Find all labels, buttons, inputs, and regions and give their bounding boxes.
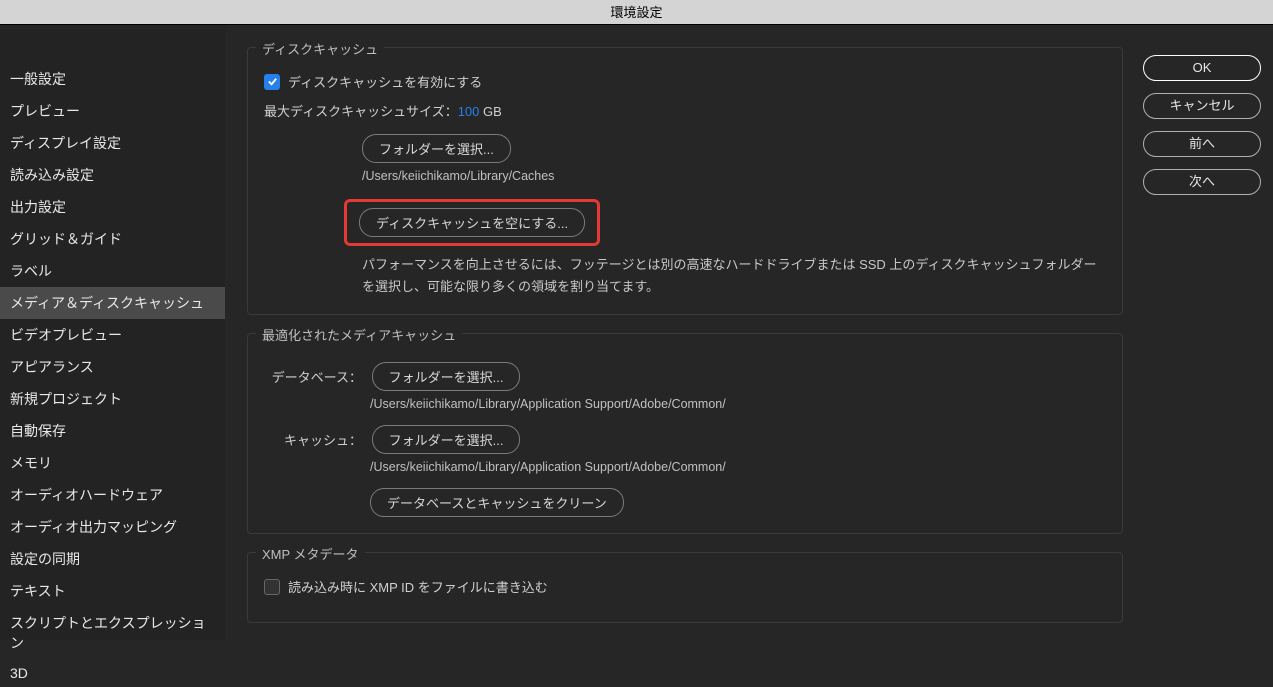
empty-disk-cache-button[interactable]: ディスクキャッシュを空にする... xyxy=(359,208,585,237)
sidebar-item[interactable]: 一般設定 xyxy=(0,63,225,95)
sidebar: 一般設定プレビューディスプレイ設定読み込み設定出力設定グリッド＆ガイドラベルメデ… xyxy=(0,25,225,640)
sidebar-item[interactable]: オーディオハードウェア xyxy=(0,479,225,511)
sidebar-item[interactable]: 出力設定 xyxy=(0,191,225,223)
sidebar-item[interactable]: 読み込み設定 xyxy=(0,159,225,191)
sidebar-item[interactable]: 新規プロジェクト xyxy=(0,383,225,415)
xmp-write-row[interactable]: 読み込み時に XMP ID をファイルに書き込む xyxy=(264,577,1106,596)
cache-folder-path: /Users/keiichikamo/Library/Application S… xyxy=(370,460,1106,474)
xmp-write-checkbox[interactable] xyxy=(264,579,280,595)
main-panel: ディスクキャッシュ ディスクキャッシュを有効にする 最大ディスクキャッシュサイズ… xyxy=(225,25,1143,640)
sidebar-item[interactable]: メモリ xyxy=(0,447,225,479)
sidebar-item[interactable]: プレビュー xyxy=(0,95,225,127)
max-cache-size-value[interactable]: 100 xyxy=(458,104,480,119)
sidebar-item[interactable]: アピアランス xyxy=(0,351,225,383)
xmp-section: XMP メタデータ 読み込み時に XMP ID をファイルに書き込む xyxy=(247,552,1123,623)
dialog-buttons: OK キャンセル 前へ 次へ xyxy=(1143,25,1273,640)
cancel-button[interactable]: キャンセル xyxy=(1143,93,1261,119)
sidebar-item[interactable]: 3D xyxy=(0,659,225,687)
prev-button[interactable]: 前へ xyxy=(1143,131,1261,157)
media-cache-section: 最適化されたメディアキャッシュ データベース： フォルダーを選択... /Use… xyxy=(247,333,1123,534)
sidebar-item[interactable]: テキスト xyxy=(0,575,225,607)
next-button[interactable]: 次へ xyxy=(1143,169,1261,195)
sidebar-item[interactable]: ビデオプレビュー xyxy=(0,319,225,351)
window-title: 環境設定 xyxy=(0,0,1273,25)
database-label: データベース： xyxy=(270,367,362,386)
clean-db-cache-button[interactable]: データベースとキャッシュをクリーン xyxy=(370,488,624,517)
disk-choose-folder-button[interactable]: フォルダーを選択... xyxy=(362,134,511,163)
enable-disk-cache-checkbox[interactable] xyxy=(264,74,280,90)
enable-disk-cache-row[interactable]: ディスクキャッシュを有効にする xyxy=(264,72,1106,91)
disk-cache-section: ディスクキャッシュ ディスクキャッシュを有効にする 最大ディスクキャッシュサイズ… xyxy=(247,47,1123,315)
media-cache-title: 最適化されたメディアキャッシュ xyxy=(256,325,462,344)
cache-choose-folder-button[interactable]: フォルダーを選択... xyxy=(372,425,521,454)
sidebar-item[interactable]: ディスプレイ設定 xyxy=(0,127,225,159)
cache-label: キャッシュ： xyxy=(270,430,362,449)
empty-cache-highlight: ディスクキャッシュを空にする... xyxy=(344,199,600,246)
disk-folder-path: /Users/keiichikamo/Library/Caches xyxy=(362,169,1106,183)
sidebar-item[interactable]: グリッド＆ガイド xyxy=(0,223,225,255)
sidebar-item[interactable]: オーディオ出力マッピング xyxy=(0,511,225,543)
enable-disk-cache-label: ディスクキャッシュを有効にする xyxy=(288,72,482,91)
disk-cache-title: ディスクキャッシュ xyxy=(256,39,384,58)
sidebar-item[interactable]: スクリプトとエクスプレッション xyxy=(0,607,225,659)
max-cache-size-row: 最大ディスクキャッシュサイズ：100 GB xyxy=(264,101,1106,120)
xmp-write-label: 読み込み時に XMP ID をファイルに書き込む xyxy=(288,577,548,596)
db-folder-path: /Users/keiichikamo/Library/Application S… xyxy=(370,397,1106,411)
sidebar-item[interactable]: ラベル xyxy=(0,255,225,287)
ok-button[interactable]: OK xyxy=(1143,55,1261,81)
sidebar-item[interactable]: メディア＆ディスクキャッシュ xyxy=(0,287,225,319)
sidebar-item[interactable]: 設定の同期 xyxy=(0,543,225,575)
xmp-title: XMP メタデータ xyxy=(256,544,365,563)
db-choose-folder-button[interactable]: フォルダーを選択... xyxy=(372,362,521,391)
disk-cache-hint: パフォーマンスを向上させるには、フッテージとは別の高速なハードドライブまたは S… xyxy=(362,254,1106,298)
sidebar-item[interactable]: 自動保存 xyxy=(0,415,225,447)
